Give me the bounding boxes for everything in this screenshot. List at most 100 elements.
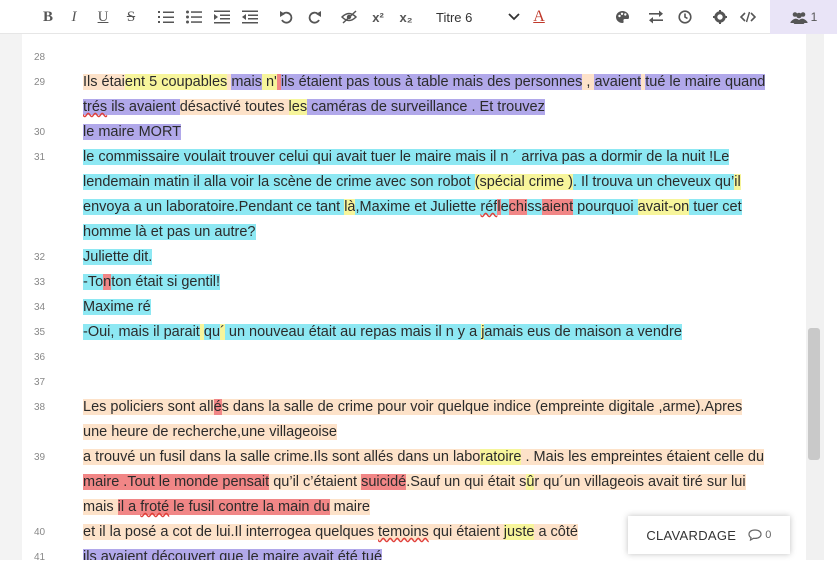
text-line[interactable]: -Oui, mais il parait qu´ un nouveau étai… bbox=[83, 321, 682, 343]
line-number: 31 bbox=[34, 152, 46, 163]
text-line[interactable]: Juliette dit. bbox=[83, 246, 153, 268]
highlighted-text-segment: Les policiers sont all bbox=[83, 399, 214, 415]
highlighted-text-segment: pourquoi bbox=[573, 199, 638, 215]
highlighted-text-segment: il bbox=[734, 174, 741, 190]
clear-format-icon bbox=[340, 10, 357, 24]
scrollbar-track[interactable] bbox=[806, 34, 824, 560]
underline-label: U bbox=[97, 8, 109, 25]
text-line[interactable]: le commissaire voulait trouver celui qui… bbox=[83, 146, 730, 168]
text-line[interactable]: homme là et pas un autre? bbox=[83, 221, 256, 243]
swap-arrows-icon bbox=[649, 10, 663, 24]
speech-bubble-icon bbox=[748, 529, 762, 541]
text-line[interactable]: Les policiers sont allés dans la salle d… bbox=[83, 396, 743, 418]
text-line[interactable]: et il la posé a cot de lui.Il interrogea… bbox=[83, 521, 578, 543]
highlighted-text-segment: Maxime ré bbox=[83, 299, 151, 315]
highlighted-text-segment: ent 5 coupables bbox=[124, 74, 228, 90]
text-line[interactable]: le maire MORT bbox=[83, 121, 182, 143]
highlighted-text-segment: e bbox=[500, 199, 509, 215]
editor-toolbar: B I U S x² x₂ Titre 6 A 1 bbox=[0, 0, 837, 34]
code-icon bbox=[740, 11, 756, 23]
superscript-label: x² bbox=[372, 9, 384, 25]
code-view-button[interactable] bbox=[737, 0, 759, 34]
indent-button[interactable] bbox=[212, 0, 232, 34]
text-line[interactable]: envoya a un laboratoire.Pendant ce tant … bbox=[83, 196, 742, 218]
chat-button[interactable]: CLAVARDAGE 0 bbox=[628, 516, 790, 554]
highlighted-text-segment: ils avaient découvert que le maire avait… bbox=[83, 549, 383, 560]
text-line[interactable]: maire .Tout le monde pensait qu’il c’éta… bbox=[83, 471, 746, 493]
bullet-list-button[interactable] bbox=[184, 0, 204, 34]
text-line[interactable]: ils avaient découvert que le maire avait… bbox=[83, 546, 383, 560]
highlighted-text-segment: amais eus de maison a vendre bbox=[484, 324, 682, 340]
strikethrough-button[interactable]: S bbox=[121, 0, 141, 34]
text-line[interactable]: une heure de recherche,une villageoise bbox=[83, 421, 337, 443]
strike-label: S bbox=[126, 8, 136, 25]
text-line[interactable]: a trouvé un fusil dans la salle crime.Il… bbox=[83, 446, 765, 468]
highlighted-text-segment: homme là et pas un autre? bbox=[83, 224, 256, 240]
chevron-down-icon bbox=[508, 13, 520, 21]
editor-content[interactable]: Ils étaient 5 coupables mais n' ils étai… bbox=[83, 34, 806, 560]
chat-label: CLAVARDAGE bbox=[646, 527, 737, 543]
highlighted-text-segment: chi bbox=[508, 199, 528, 215]
highlighted-text-segment: une heure de recherche,une villageoise bbox=[83, 424, 337, 440]
font-color-button[interactable]: A bbox=[528, 0, 550, 34]
superscript-button[interactable]: x² bbox=[367, 0, 389, 34]
highlighted-text-segment: caméras de surveillance . Et trouvez bbox=[307, 99, 545, 115]
highlighted-text-segment: ss bbox=[527, 199, 542, 215]
highlighted-text-segment: ,Maxime et Juliette bbox=[355, 199, 481, 215]
scrollbar-thumb[interactable] bbox=[808, 328, 820, 460]
chat-count-badge: 0 bbox=[748, 529, 771, 541]
highlighted-text-segment: aient bbox=[541, 199, 574, 215]
highlighted-text-segment: ils étaient pas tous à table mais des pe… bbox=[280, 74, 583, 90]
users-icon bbox=[790, 11, 808, 24]
line-number: 40 bbox=[34, 527, 46, 538]
settings-button[interactable] bbox=[710, 0, 730, 34]
highlighted-text-segment: le maire MORT bbox=[83, 124, 182, 140]
undo-button[interactable] bbox=[276, 0, 296, 34]
outdent-button[interactable] bbox=[240, 0, 260, 34]
palette-icon bbox=[615, 11, 629, 23]
highlighted-text-segment: s dans la salle de crime pour voir quelq… bbox=[221, 399, 743, 415]
highlighted-text-segment: qu bbox=[203, 324, 221, 340]
redo-button[interactable] bbox=[304, 0, 324, 34]
highlighted-text-segment: le commissaire voulait trouver celui qui… bbox=[83, 149, 730, 165]
clear-format-button[interactable] bbox=[339, 0, 359, 34]
line-number: 41 bbox=[34, 552, 46, 563]
text-line[interactable]: trés ils avaient désactivé toutes les ca… bbox=[83, 96, 545, 118]
text-line[interactable]: -Tonton était si gentil! bbox=[83, 271, 221, 293]
history-button[interactable] bbox=[675, 0, 695, 34]
highlighted-text-segment: .Sauf un qui était s bbox=[406, 474, 527, 490]
heading-select[interactable]: Titre 6 bbox=[428, 5, 520, 29]
font-color-label: A bbox=[533, 8, 545, 25]
highlighted-text-segment: ils avaient bbox=[107, 99, 180, 115]
highlighted-text-segment: é bbox=[213, 399, 222, 415]
highlighted-text-segment: là bbox=[344, 199, 356, 215]
heading-select-value: Titre 6 bbox=[436, 9, 473, 25]
ordered-list-button[interactable] bbox=[156, 0, 176, 34]
line-number: 37 bbox=[34, 377, 46, 388]
text-line[interactable]: Ils étaient 5 coupables mais n' ils étai… bbox=[83, 71, 766, 93]
text-line[interactable]: mais il a froté le fusil contre la main … bbox=[83, 496, 370, 518]
highlighted-text-segment: Ils étai bbox=[83, 74, 125, 90]
highlighted-text-segment: . Il trouva un cheveux qu’ bbox=[573, 174, 735, 190]
highlighted-text-segment: juste bbox=[503, 524, 535, 540]
italic-button[interactable]: I bbox=[64, 0, 84, 34]
highlighted-text-segment: réf bbox=[480, 199, 498, 215]
line-number: 35 bbox=[34, 327, 46, 338]
highlighted-text-segment: désactivé toutes bbox=[179, 99, 289, 115]
swap-button[interactable] bbox=[646, 0, 666, 34]
users-button[interactable]: 1 bbox=[770, 0, 837, 34]
underline-button[interactable]: U bbox=[93, 0, 113, 34]
highlighted-text-segment: , bbox=[582, 74, 595, 90]
text-line[interactable]: Maxime ré bbox=[83, 296, 151, 318]
ordered-list-icon bbox=[158, 11, 174, 23]
palette-button[interactable] bbox=[612, 0, 632, 34]
text-line[interactable]: lendemain matin il alla voir la scène de… bbox=[83, 171, 741, 193]
highlighted-text-segment: envoya a un laboratoire.Pendant ce tant bbox=[83, 199, 345, 215]
line-number: 29 bbox=[34, 77, 46, 88]
bold-button[interactable]: B bbox=[38, 0, 58, 34]
highlighted-text-segment: les bbox=[288, 99, 308, 115]
indent-icon bbox=[214, 10, 230, 24]
line-number: 33 bbox=[34, 277, 46, 288]
highlighted-text-segment: n' bbox=[261, 74, 277, 90]
subscript-button[interactable]: x₂ bbox=[395, 0, 417, 34]
